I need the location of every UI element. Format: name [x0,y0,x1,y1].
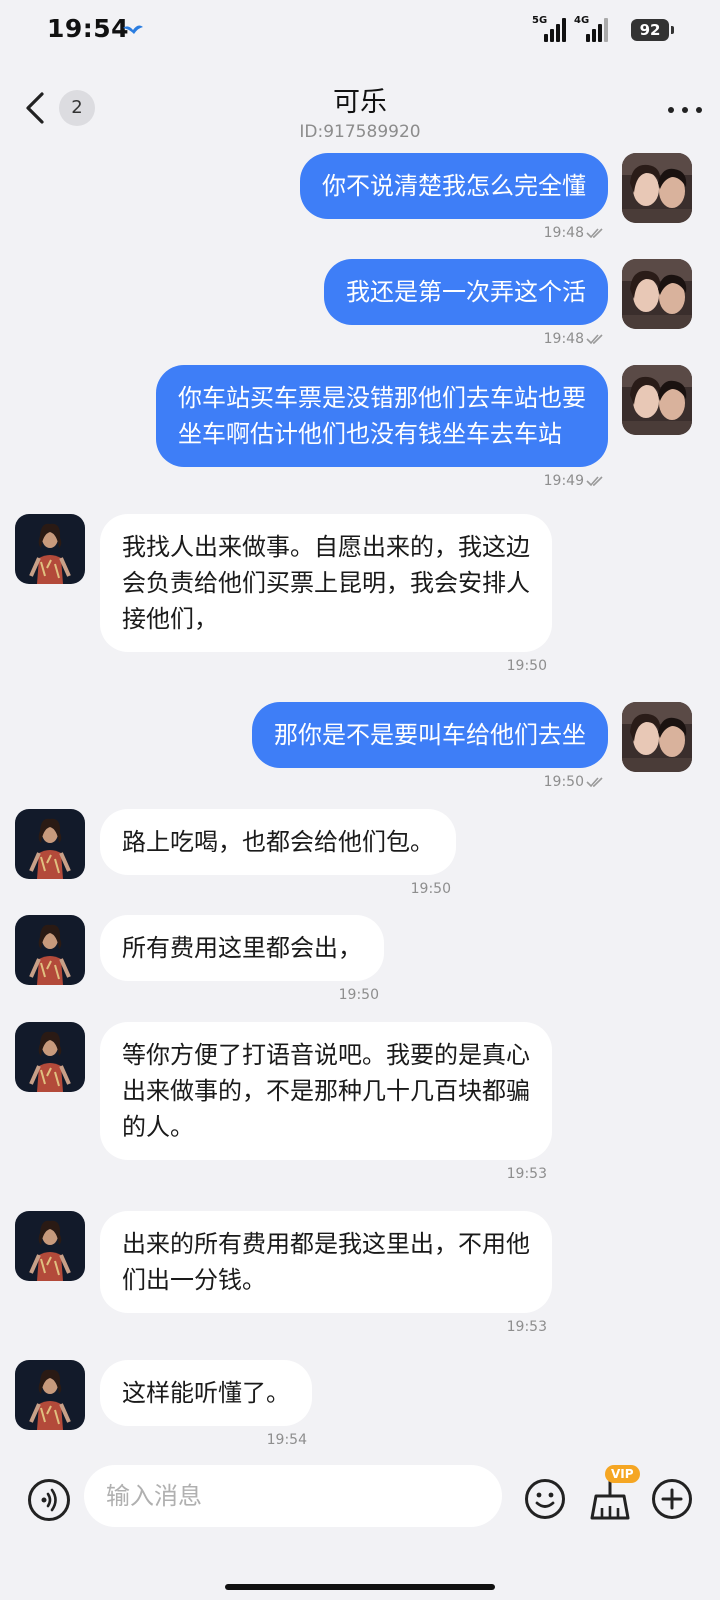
emoji-icon[interactable] [524,1478,566,1520]
avatar[interactable] [622,365,692,435]
message-timestamp: 19:48 [543,225,584,241]
voice-icon[interactable] [28,1479,70,1521]
more-dots-icon[interactable] [668,104,704,116]
message-bubble[interactable]: 出来的所有费用都是我这里出，不用他 们出一分钱。 [100,1211,552,1313]
status-bar: 19:54 5G 4G 92 [0,0,720,62]
message-bubble[interactable]: 那你是不是要叫车给他们去坐 [252,702,608,768]
message-timestamp: 19:49 [543,473,584,489]
message-bubble[interactable]: 这样能听懂了。 [100,1360,312,1426]
read-check-icon [586,476,603,487]
signal-5g-icon: 5G [532,15,566,42]
message-bubble[interactable]: 你车站买车票是没错那他们去车站也要 坐车啊估计他们也没有钱坐车去车站 [156,365,608,467]
avatar[interactable] [15,1022,85,1092]
read-check-icon [586,777,603,788]
message-timestamp: 19:53 [506,1166,547,1182]
message-timestamp: 19:50 [543,774,584,790]
avatar[interactable] [15,1211,85,1281]
avatar[interactable] [15,809,85,879]
status-time: 19:54 [47,14,130,43]
input-bar: 输入消息 VIP [0,1450,720,1600]
message-bubble[interactable]: 等你方便了打语音说吧。我要的是真心 出来做事的，不是那种几十几百块都骗 的人。 [100,1022,552,1160]
avatar[interactable] [15,915,85,985]
avatar[interactable] [15,514,85,584]
message-timestamp: 19:54 [266,1432,307,1448]
app-notification-icon [123,25,143,34]
avatar[interactable] [622,153,692,223]
message-input[interactable]: 输入消息 [84,1465,502,1527]
message-timestamp: 19:50 [506,658,547,674]
avatar[interactable] [622,259,692,329]
signal-4g-icon: 4G [574,15,608,42]
read-check-icon [586,334,603,345]
message-timestamp: 19:50 [338,987,379,1003]
network-label-5g: 5G [532,15,548,26]
home-indicator[interactable] [225,1584,495,1590]
read-check-icon [586,228,603,239]
contact-id: ID:917589920 [299,122,421,142]
message-bubble[interactable]: 所有费用这里都会出， [100,915,384,981]
message-timestamp: 19:53 [506,1319,547,1335]
plus-icon[interactable] [651,1478,693,1520]
message-bubble[interactable]: 你不说清楚我怎么完全懂 [300,153,608,219]
message-bubble[interactable]: 路上吃喝，也都会给他们包。 [100,809,456,875]
chat-header: 2 可乐 ID:917589920 [0,62,720,152]
message-bubble[interactable]: 我还是第一次弄这个活 [324,259,608,325]
vip-badge: VIP [605,1465,640,1483]
message-timestamp: 19:50 [410,881,451,897]
avatar[interactable] [622,702,692,772]
message-timestamp: 19:48 [543,331,584,347]
network-label-4g: 4G [574,15,590,26]
battery-indicator: 92 [631,19,674,41]
message-bubble[interactable]: 我找人出来做事。自愿出来的，我这边 会负责给他们买票上昆明，我会安排人 接他们， [100,514,552,652]
avatar[interactable] [15,1360,85,1430]
page-title: 可乐 [333,87,387,118]
